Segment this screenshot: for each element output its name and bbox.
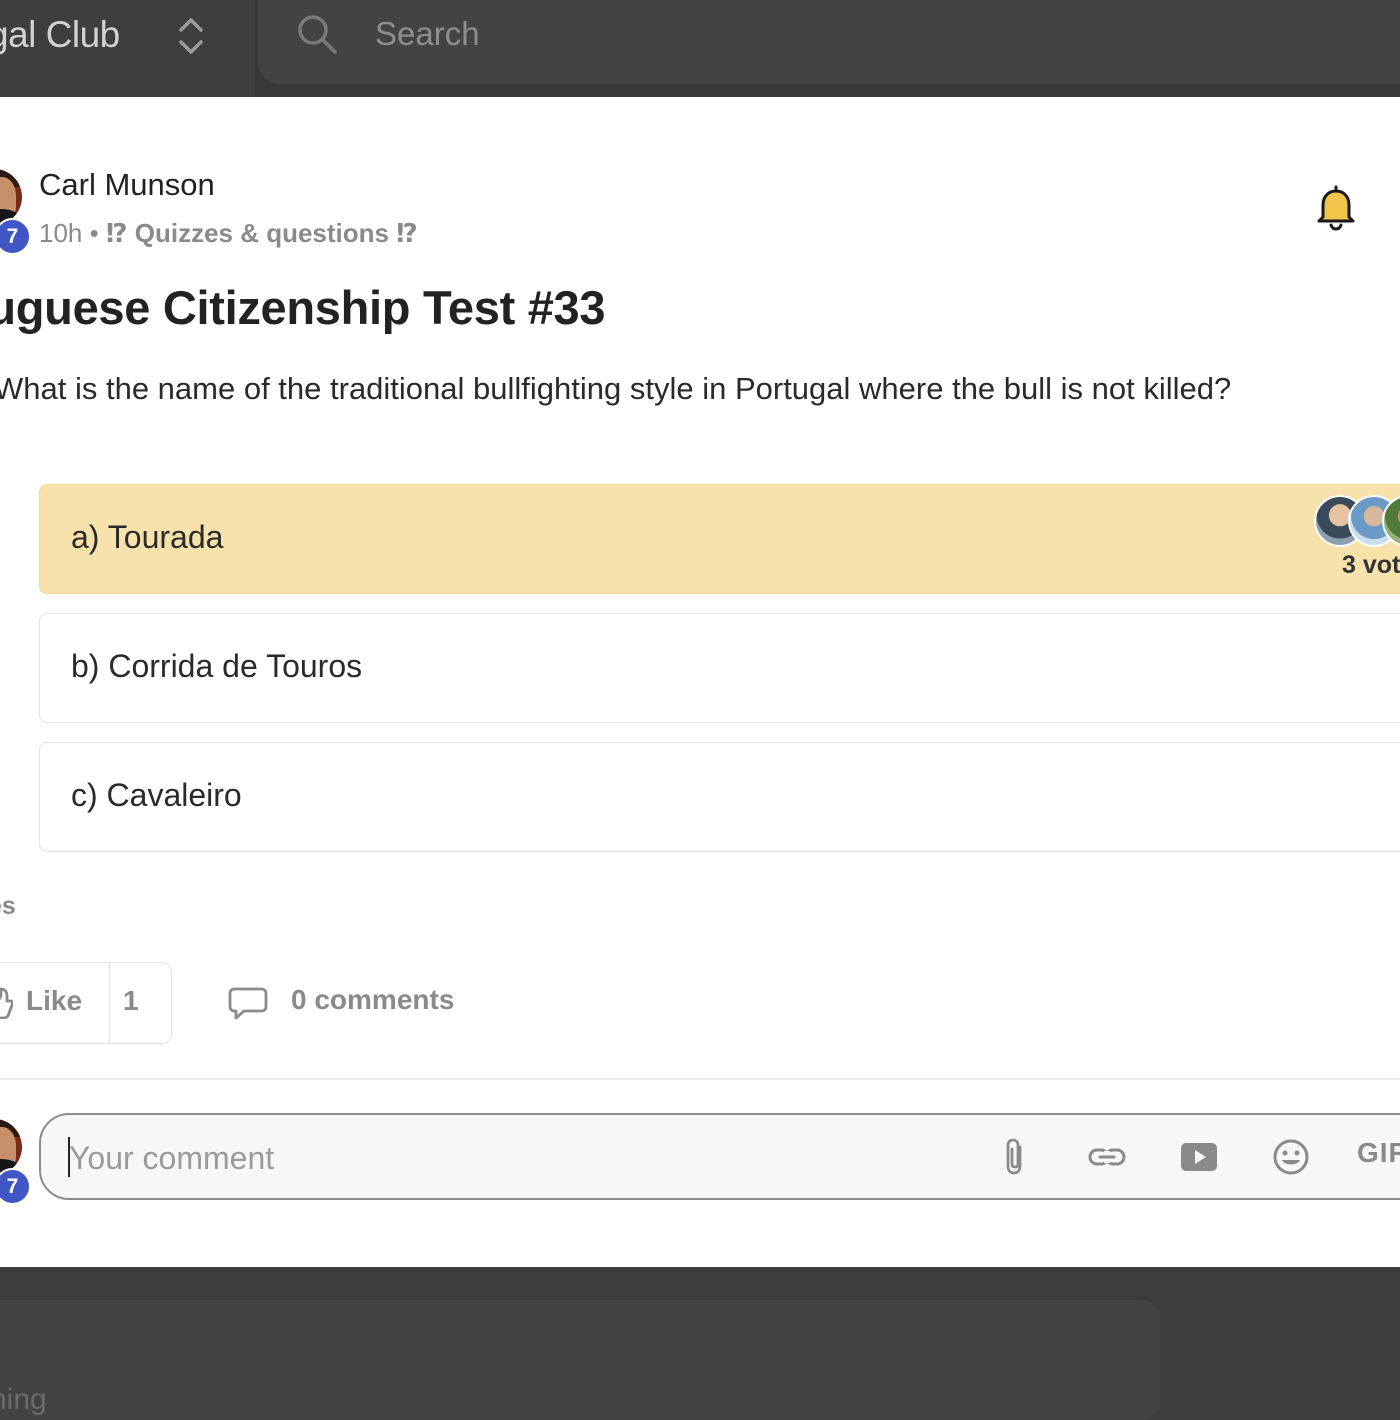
poll-option-c[interactable]: c) Cavaleiro: [39, 742, 1400, 852]
like-label: Like: [26, 985, 83, 1016]
meta-separator: •: [89, 218, 99, 248]
like-group: Like 1: [0, 962, 172, 1044]
like-button[interactable]: Like: [0, 963, 109, 1043]
club-name[interactable]: gal Club: [0, 14, 120, 56]
post-meta: 10h • ⁉ Quizzes & questions ⁉: [39, 218, 418, 249]
total-votes[interactable]: es: [0, 892, 16, 921]
comment-composer: GIF: [39, 1113, 1400, 1200]
poll-option-b[interactable]: b) Corrida de Touros: [39, 613, 1400, 723]
author-level-badge: 7: [0, 218, 31, 255]
link-icon[interactable]: [1087, 1137, 1127, 1177]
divider: [0, 1078, 1400, 1080]
top-bar: gal Club Search: [0, 0, 1400, 97]
post-category[interactable]: ⁉ Quizzes & questions ⁉: [106, 218, 418, 248]
current-user-avatar[interactable]: [0, 1119, 22, 1175]
post-time[interactable]: 10h: [39, 218, 82, 248]
author-avatar[interactable]: [0, 169, 22, 225]
next-post-card[interactable]: ning: [0, 1300, 1160, 1420]
club-switcher[interactable]: gal Club: [0, 0, 255, 97]
poll-option-label: b) Corrida de Touros: [71, 648, 363, 684]
post-card: 7 Carl Munson 10h • ⁉ Quizzes & question…: [0, 97, 1400, 1267]
user-level-badge: 7: [0, 1168, 31, 1205]
next-post-text: ning: [0, 1383, 47, 1416]
comments-button[interactable]: 0 comments: [228, 979, 468, 1029]
like-divider: [109, 963, 110, 1043]
search-icon: [298, 15, 337, 54]
comment-input[interactable]: [67, 1133, 951, 1183]
poll-option-label: c) Cavaleiro: [71, 777, 242, 813]
thumbs-up-icon: [0, 987, 13, 1019]
like-count[interactable]: 1: [123, 985, 139, 1017]
poll-option-a[interactable]: a) Tourada 3 vot: [39, 484, 1400, 594]
video-icon[interactable]: [1179, 1137, 1219, 1177]
post-title: rtuguese Citizenship Test #33: [0, 281, 606, 334]
comments-label: 0 comments: [291, 984, 455, 1015]
quiz-question: What is the name of the traditional bull…: [0, 371, 1232, 406]
text-caret: [68, 1137, 70, 1177]
chevron-up-down-icon[interactable]: [177, 14, 205, 58]
search-input[interactable]: Search: [375, 15, 480, 53]
gif-button[interactable]: GIF: [1357, 1137, 1400, 1169]
author-name[interactable]: Carl Munson: [39, 167, 215, 203]
search-bar[interactable]: Search: [258, 0, 1400, 84]
emoji-icon[interactable]: [1271, 1137, 1311, 1177]
option-vote-count: 3 vot: [1342, 551, 1400, 579]
bell-icon[interactable]: [1314, 183, 1358, 231]
poll-option-label: a) Tourada: [71, 519, 224, 555]
comment-icon: [228, 987, 268, 1020]
paperclip-icon[interactable]: [996, 1137, 1036, 1177]
voter-avatars[interactable]: [1314, 495, 1400, 547]
